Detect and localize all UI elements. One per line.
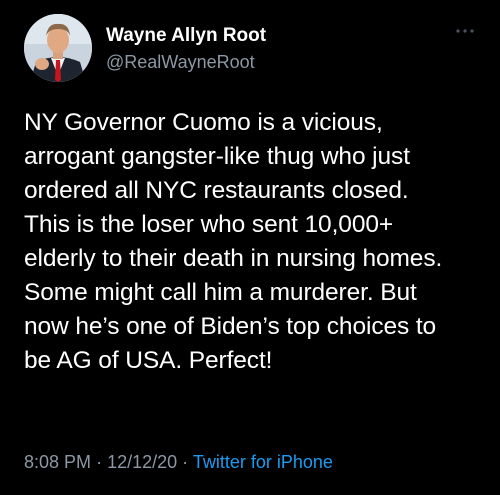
tweet-card: Wayne Allyn Root @RealWayneRoot NY Gover… (0, 0, 500, 495)
tweet-text-line: arrogant gangster-like thug who just (24, 143, 410, 170)
tweet-text: NY Governor Cuomo is a vicious, arrogant… (24, 106, 480, 378)
tweet-text-line: now he’s one of Biden’s top choices to (24, 313, 437, 340)
avatar[interactable] (24, 14, 92, 82)
tweet-text-line: Some might call him a murderer. But (24, 279, 417, 306)
tweet-text-line: This is the loser who sent 10,000+ (24, 211, 394, 238)
tweet-meta: 8:08 PM · 12/12/20 · Twitter for iPhone (24, 450, 333, 474)
author-display-name[interactable]: Wayne Allyn Root (106, 24, 266, 48)
tweet-text-line: elderly to their death in nursing homes. (24, 245, 443, 272)
author-handle[interactable]: @RealWayneRoot (106, 50, 266, 74)
tweet-time[interactable]: 8:08 PM (24, 452, 91, 472)
ellipsis-icon[interactable] (454, 24, 476, 36)
tweet-text-line: be AG of USA. Perfect! (24, 347, 273, 374)
meta-separator: · (182, 452, 189, 472)
meta-separator: · (96, 452, 103, 472)
tweet-text-line: ordered all NYC restaurants closed. (24, 177, 409, 204)
tweet-date[interactable]: 12/12/20 (107, 452, 177, 472)
author-names: Wayne Allyn Root @RealWayneRoot (106, 24, 266, 74)
tweet-source-link[interactable]: Twitter for iPhone (193, 452, 333, 472)
tweet-header: Wayne Allyn Root @RealWayneRoot (20, 14, 480, 86)
tweet-text-line: NY Governor Cuomo is a vicious, (24, 109, 383, 136)
profile-photo-icon (24, 14, 92, 82)
